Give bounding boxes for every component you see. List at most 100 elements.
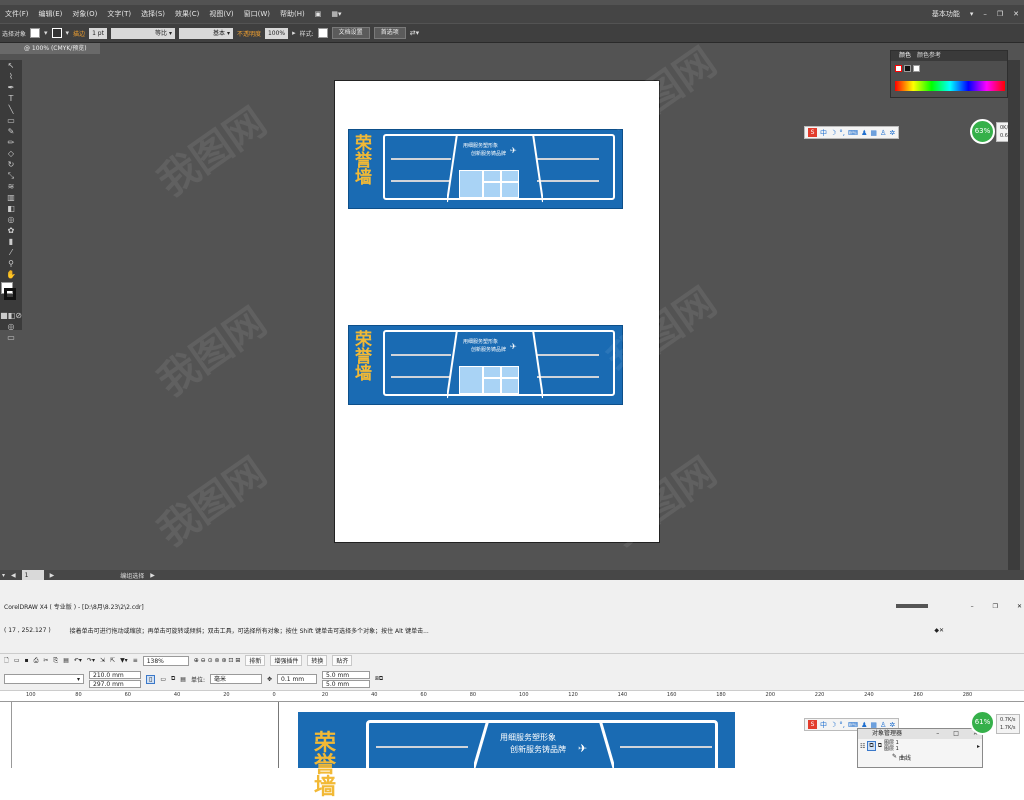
layer-item-name[interactable]: 图层 1: [884, 746, 899, 752]
page-height-field[interactable]: 297.0 mm: [89, 679, 141, 688]
layer-view-icon[interactable]: ☷: [860, 743, 865, 750]
ime-punct-icon[interactable]: °,: [839, 721, 845, 729]
print-icon[interactable]: ⎙: [34, 657, 39, 665]
screen-mode-icon[interactable]: ▭: [0, 332, 22, 343]
ime-user-icon[interactable]: ♟: [861, 129, 867, 137]
expand-arrow-icon[interactable]: ▸: [977, 743, 980, 750]
fill-stroke-swatches[interactable]: [0, 280, 22, 310]
tab-color[interactable]: 颜色: [899, 51, 911, 61]
stroke-weight-field[interactable]: 1 pt: [89, 27, 107, 39]
symbol-tool-icon[interactable]: ✿: [0, 225, 22, 236]
draw-mode-icon[interactable]: ◎: [0, 321, 22, 332]
pencil-tool-icon[interactable]: ✏: [0, 137, 22, 148]
open-icon[interactable]: ▭: [14, 657, 20, 664]
blend-tool-icon[interactable]: ◎: [0, 214, 22, 225]
stroke-profile-1[interactable]: 等比 ▾: [110, 27, 175, 39]
ime-skin-icon[interactable]: ▦: [870, 129, 877, 137]
restore-icon[interactable]: ❐: [992, 10, 1008, 18]
export-icon[interactable]: ⇱: [110, 657, 115, 664]
ime-moon-icon[interactable]: ☽: [830, 129, 836, 137]
workspace-switcher[interactable]: 基本功能: [927, 9, 965, 19]
import-icon[interactable]: ⇲: [100, 657, 105, 664]
honor-wall-banner[interactable]: 荣誉墙 用细服务塑形象 创新服务铸品牌 ✈: [348, 129, 623, 209]
document-tab[interactable]: @ 100% (CMYK/预览): [0, 43, 100, 54]
copy-icon[interactable]: ⎘: [53, 657, 58, 665]
stroke-swatch[interactable]: [51, 28, 62, 38]
color-swatches-row[interactable]: [895, 65, 920, 72]
artboard-number[interactable]: 1: [21, 569, 44, 580]
hand-tool-icon[interactable]: ✋: [0, 269, 22, 280]
status-arrow-icon[interactable]: ▶: [150, 572, 155, 579]
ime-logo-icon[interactable]: S: [808, 128, 817, 137]
snap-button[interactable]: 贴齐: [332, 655, 353, 666]
vertical-scrollbar[interactable]: [1008, 60, 1020, 570]
welcome-icon[interactable]: ≡: [133, 657, 138, 664]
menu-file[interactable]: 文件(F): [0, 9, 34, 19]
minimize-icon[interactable]: –: [971, 603, 974, 610]
landscape-icon[interactable]: ▭: [160, 676, 166, 683]
stroke-label[interactable]: 描边: [73, 29, 85, 38]
ime-punct-icon[interactable]: °,: [839, 129, 845, 137]
menu-effect[interactable]: 效果(C): [170, 9, 204, 19]
ime-mode[interactable]: 中: [820, 720, 827, 730]
network-speed-ball[interactable]: 63%: [970, 119, 995, 144]
preferences-button[interactable]: 首选项: [373, 27, 406, 39]
menu-edit[interactable]: 编辑(E): [34, 9, 68, 19]
color-mode-icons[interactable]: ■◧⊘: [0, 310, 22, 321]
close-icon[interactable]: ✕: [1017, 603, 1022, 610]
selection-tool-icon[interactable]: ↖: [0, 60, 22, 71]
minimize-icon[interactable]: –: [936, 729, 939, 739]
stroke-dropdown-icon[interactable]: ▾: [66, 29, 70, 37]
fill-swatch[interactable]: [30, 28, 41, 38]
all-pages-icon[interactable]: ⧉: [171, 675, 175, 683]
nudge-distance-field[interactable]: 0.1 mm: [277, 674, 318, 684]
brush-tool-icon[interactable]: ✎: [0, 126, 22, 137]
duplicate-x-field[interactable]: 5.0 mm: [322, 670, 371, 679]
ime-keyboard-icon[interactable]: ⌨: [848, 129, 858, 137]
scale-tool-icon[interactable]: ⤡: [0, 170, 22, 181]
paste-icon[interactable]: ▤: [63, 657, 69, 664]
rotate-tool-icon[interactable]: ↻: [0, 159, 22, 170]
duplicate-y-field[interactable]: 5.0 mm: [322, 679, 371, 688]
opacity-dropdown-icon[interactable]: ▸: [292, 29, 296, 37]
enhance-plugin-button[interactable]: 增强插件: [270, 655, 303, 666]
ime-settings-icon[interactable]: ✲: [889, 129, 895, 137]
restore-icon[interactable]: ❐: [993, 603, 998, 610]
workspace-dropdown-icon[interactable]: ▾: [965, 10, 979, 18]
artboard[interactable]: 荣誉墙 用细服务塑形象 创新服务铸品牌 ✈ 荣誉墙 用细服务塑形象 创新服务铸品…: [334, 80, 660, 543]
menu-view[interactable]: 视图(V): [204, 9, 238, 19]
paper-type-select[interactable]: ▾: [4, 674, 84, 684]
fill-indicator-icon[interactable]: ◆✕: [934, 627, 944, 634]
ime-mode[interactable]: 中: [820, 128, 827, 138]
ime-toolbar[interactable]: S 中 ☽ °, ⌨ ♟ ▦ ♙ ✲: [804, 126, 900, 139]
line-tool-icon[interactable]: ╲: [0, 104, 22, 115]
color-spectrum[interactable]: [895, 81, 1005, 91]
warp-tool-icon[interactable]: ≋: [0, 181, 22, 192]
current-page-icon[interactable]: ▤: [180, 676, 186, 683]
pen-tool-icon[interactable]: ✒: [0, 82, 22, 93]
redo-icon[interactable]: ↷▾: [87, 657, 95, 664]
panel-menu-icon[interactable]: ⇄▾: [410, 29, 419, 37]
ime-logo-icon[interactable]: S: [808, 720, 817, 729]
opacity-label[interactable]: 不透明度: [237, 29, 261, 38]
layer-icon-1[interactable]: ⧉: [867, 741, 876, 751]
menu-object[interactable]: 对象(O): [67, 9, 102, 19]
tab-color-guide[interactable]: 颜色参考: [917, 51, 941, 61]
arrange-icon[interactable]: ▦▾: [326, 10, 346, 18]
eraser-tool-icon[interactable]: ◇: [0, 148, 22, 159]
sort-button[interactable]: 排新: [245, 655, 266, 666]
lasso-tool-icon[interactable]: ⌇: [0, 71, 22, 82]
network-speed-ball-2[interactable]: 61%: [970, 710, 995, 735]
rectangle-tool-icon[interactable]: ▭: [0, 115, 22, 126]
document-setup-button[interactable]: 文档设置: [331, 27, 370, 39]
convert-button[interactable]: 转换: [307, 655, 328, 666]
menu-window[interactable]: 窗口(W): [239, 9, 275, 19]
cut-icon[interactable]: ✂: [43, 657, 48, 664]
next-artboard-icon[interactable]: ▶: [50, 572, 55, 579]
honor-wall-banner-copy[interactable]: 荣誉墙 用细服务塑形象 创新服务铸品牌 ✈: [348, 325, 623, 405]
fill-dropdown-icon[interactable]: ▾: [44, 29, 48, 37]
column-graph-tool-icon[interactable]: ▮: [0, 236, 22, 247]
menu-type[interactable]: 文字(T): [102, 9, 136, 19]
page-width-field[interactable]: 210.0 mm: [89, 670, 141, 679]
vertical-ruler[interactable]: [0, 702, 12, 768]
